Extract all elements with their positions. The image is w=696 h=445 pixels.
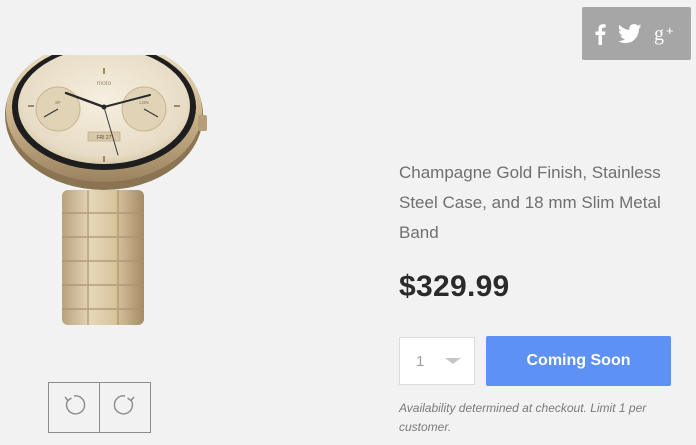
availability-note: Availability determined at checkout. Lim… <box>399 401 647 434</box>
rotate-left-icon <box>61 392 87 423</box>
subdial-left-label: SF <box>55 100 61 105</box>
social-share-panel: g + <box>582 7 691 60</box>
date-window-text: FRI 27 <box>96 135 111 141</box>
facebook-icon[interactable] <box>594 23 606 45</box>
rotate-right-icon <box>112 392 138 423</box>
rotate-left-button[interactable] <box>49 383 99 432</box>
svg-text:+: + <box>666 23 674 38</box>
product-image: moto SF LON FRI 27 <box>0 40 215 330</box>
quantity-value: 1 <box>416 352 425 370</box>
image-rotate-controls <box>48 382 151 433</box>
watch-brand-text: moto <box>97 80 112 87</box>
rotate-right-button[interactable] <box>99 383 150 432</box>
quantity-select[interactable]: 1 <box>399 337 475 385</box>
twitter-icon[interactable] <box>617 23 642 44</box>
subdial-right-label: LON <box>139 100 148 105</box>
coming-soon-button[interactable]: Coming Soon <box>486 336 671 386</box>
product-price: $329.99 <box>399 270 510 303</box>
product-description: Champagne Gold Finish, Stainless Steel C… <box>399 163 661 242</box>
svg-text:g: g <box>654 23 664 45</box>
chevron-down-icon <box>445 358 461 364</box>
google-plus-icon[interactable]: g + <box>654 23 680 45</box>
